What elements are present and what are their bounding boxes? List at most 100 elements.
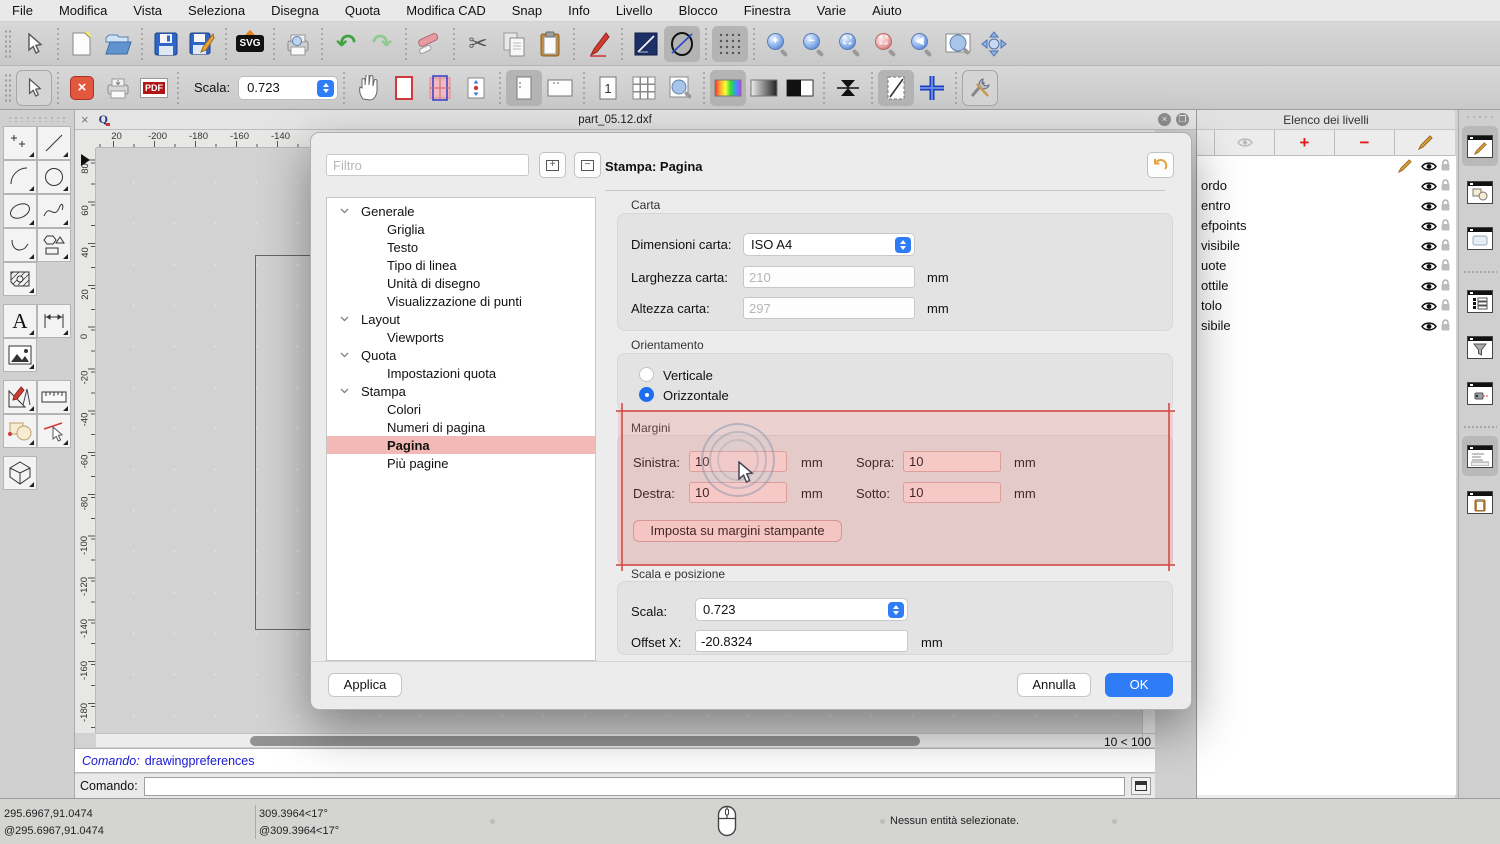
- edit-layer-button[interactable]: [1395, 130, 1455, 155]
- drawing-area-button[interactable]: [422, 70, 458, 106]
- spline-tool-button[interactable]: [37, 194, 71, 228]
- portrait-radio-label[interactable]: Verticale: [663, 368, 713, 383]
- zoom-fit-button[interactable]: ⛶: [832, 26, 868, 62]
- layer-row[interactable]: ottile: [1197, 276, 1456, 296]
- tree-item[interactable]: Testo: [327, 238, 595, 256]
- stepper-icon[interactable]: [888, 602, 904, 618]
- cancel-button[interactable]: Annulla: [1017, 673, 1091, 697]
- ellipse-tool-button[interactable]: [3, 194, 37, 228]
- margin-top-input[interactable]: [903, 451, 1001, 472]
- print-preview-button[interactable]: [280, 26, 316, 62]
- text-tool-button[interactable]: A: [3, 304, 37, 338]
- layer-lock-icon[interactable]: [1440, 219, 1451, 235]
- tree-item[interactable]: Visualizzazione di punti: [327, 292, 595, 310]
- menu-item[interactable]: Blocco: [679, 3, 718, 18]
- tree-item[interactable]: Stampa: [327, 382, 595, 400]
- scale-combobox[interactable]: 0.723: [695, 598, 908, 621]
- selection-filter-panel-button[interactable]: [1462, 327, 1498, 367]
- landscape-page-button[interactable]: [542, 70, 578, 106]
- draw-pencil-button[interactable]: [580, 26, 616, 62]
- layer-row[interactable]: uote: [1197, 256, 1456, 276]
- offset-x-input[interactable]: [695, 630, 908, 652]
- layer-visible-eye-icon[interactable]: [1421, 260, 1437, 275]
- tree-item[interactable]: Generale: [327, 202, 595, 220]
- line-mode-button[interactable]: [628, 26, 664, 62]
- chevron-down-icon[interactable]: [335, 316, 353, 322]
- layer-lock-icon[interactable]: [1440, 199, 1451, 215]
- measure-tools-button[interactable]: [37, 380, 71, 414]
- point-tool-button[interactable]: [3, 126, 37, 160]
- close-preview-button[interactable]: ×: [64, 70, 100, 106]
- menu-item[interactable]: Info: [568, 3, 590, 18]
- full-color-mode-button[interactable]: [710, 69, 747, 106]
- portrait-radio[interactable]: [639, 367, 654, 382]
- single-page-button[interactable]: 1: [590, 70, 626, 106]
- set-printer-margins-button[interactable]: Imposta su margini stampante: [633, 520, 842, 542]
- layer-lock-icon[interactable]: [1440, 259, 1451, 275]
- landscape-radio[interactable]: [639, 387, 654, 402]
- paper-borders-button[interactable]: [386, 70, 422, 106]
- landscape-radio-label[interactable]: Orizzontale: [663, 388, 729, 403]
- tree-item[interactable]: Viewports: [327, 328, 595, 346]
- menu-item[interactable]: Finestra: [744, 3, 791, 18]
- block-list-panel-button[interactable]: [1462, 172, 1498, 212]
- undo-button[interactable]: ↶: [328, 26, 364, 62]
- image-tool-button[interactable]: [3, 338, 37, 372]
- clipboard-panel-button[interactable]: [1462, 482, 1498, 522]
- layer-lock-icon[interactable]: [1440, 279, 1451, 295]
- chevron-down-icon[interactable]: [335, 208, 353, 214]
- grayscale-mode-button[interactable]: [746, 70, 782, 106]
- command-panel-toggle-button[interactable]: [1131, 777, 1151, 795]
- multiple-pages-button[interactable]: [626, 70, 662, 106]
- hatch-tool-button[interactable]: [3, 262, 37, 296]
- crop-marks-button[interactable]: [914, 70, 950, 106]
- preview-pointer-button[interactable]: [16, 69, 52, 106]
- reset-to-defaults-button[interactable]: [1147, 152, 1174, 178]
- cut-button[interactable]: ✂: [460, 26, 496, 62]
- library-browser-panel-button[interactable]: [1462, 373, 1498, 413]
- block-tools-button[interactable]: [3, 414, 37, 448]
- tree-item[interactable]: Tipo di linea: [327, 256, 595, 274]
- layer-visible-eye-icon[interactable]: [1421, 300, 1437, 315]
- copy-button[interactable]: [496, 26, 532, 62]
- tree-item[interactable]: Numeri di pagina: [327, 418, 595, 436]
- arc-tool-button[interactable]: [3, 160, 37, 194]
- tree-item[interactable]: Colori: [327, 400, 595, 418]
- paste-button[interactable]: [532, 26, 568, 62]
- grid-toggle-button[interactable]: [712, 25, 748, 62]
- save-button[interactable]: [148, 26, 184, 62]
- pointer-tool-button[interactable]: [16, 26, 52, 62]
- layer-lock-icon[interactable]: [1440, 239, 1451, 255]
- menu-item[interactable]: File: [12, 3, 33, 18]
- layer-visible-eye-icon[interactable]: [1421, 180, 1437, 195]
- auto-zoom-button[interactable]: [976, 26, 1012, 62]
- tree-item[interactable]: Pagina: [327, 436, 595, 454]
- tree-item[interactable]: Layout: [327, 310, 595, 328]
- menu-item[interactable]: Livello: [616, 3, 653, 18]
- layer-visible-eye-icon[interactable]: [1421, 200, 1437, 215]
- chevron-down-icon[interactable]: [335, 352, 353, 358]
- ok-button[interactable]: OK: [1105, 673, 1173, 697]
- margin-right-input[interactable]: [689, 482, 787, 503]
- apply-button[interactable]: Applica: [328, 673, 402, 697]
- chevron-down-icon[interactable]: [335, 388, 353, 394]
- toggle-all-layers-button[interactable]: [1215, 130, 1275, 155]
- layer-row[interactable]: visibile: [1197, 236, 1456, 256]
- tree-item[interactable]: Griglia: [327, 220, 595, 238]
- menu-item[interactable]: Modifica: [59, 3, 107, 18]
- redo-button[interactable]: ↷: [364, 26, 400, 62]
- margin-left-input[interactable]: [689, 451, 787, 472]
- horizontal-scrollbar[interactable]: [96, 733, 1142, 747]
- shape-tool-button[interactable]: [37, 228, 71, 262]
- new-file-button[interactable]: [64, 26, 100, 62]
- auto-fit-drawing-button[interactable]: [458, 70, 494, 106]
- menu-item[interactable]: Quota: [345, 3, 380, 18]
- menu-item[interactable]: Snap: [512, 3, 542, 18]
- dimension-tool-button[interactable]: [37, 304, 71, 338]
- layer-row[interactable]: sibile: [1197, 316, 1456, 336]
- zoom-to-page-button[interactable]: [662, 70, 698, 106]
- black-white-mode-button[interactable]: [782, 70, 818, 106]
- zoom-in-button[interactable]: +: [760, 26, 796, 62]
- panel-detach-icon[interactable]: ❐: [1176, 113, 1189, 126]
- page-borders-toggle-button[interactable]: [878, 69, 915, 106]
